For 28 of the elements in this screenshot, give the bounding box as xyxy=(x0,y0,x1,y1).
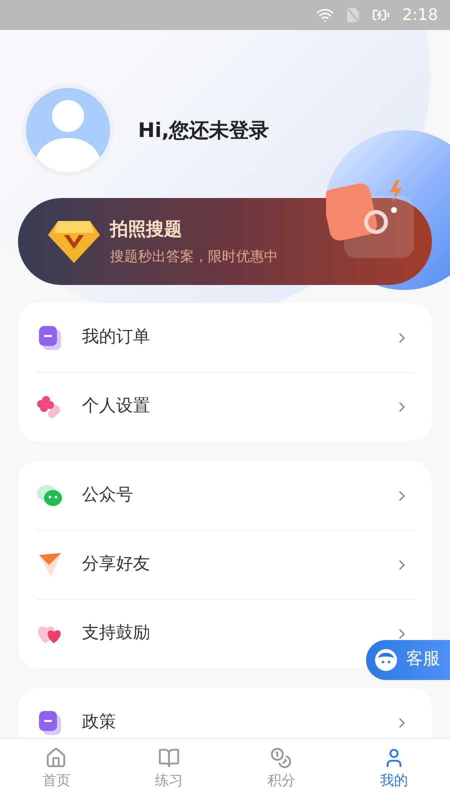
menu-label: 公众号 xyxy=(82,484,134,507)
home-icon xyxy=(45,747,68,769)
menu-label: 分享好友 xyxy=(82,553,151,576)
menu-item[interactable]: 分享好友 xyxy=(36,530,414,599)
nav-tab[interactable]: 我的 xyxy=(338,739,450,800)
no-sim-icon xyxy=(346,7,360,23)
menu-item[interactable]: 政策 xyxy=(36,688,414,738)
promo-subtitle: 搜题秒出答案，限时优惠中 xyxy=(110,248,278,266)
menu-item[interactable]: 我的订单 xyxy=(36,303,414,372)
book-icon xyxy=(158,747,180,769)
menu-label: 我的订单 xyxy=(82,326,151,349)
chat-bubble-icon xyxy=(36,482,64,508)
support-button[interactable]: 客服 xyxy=(366,640,450,680)
paper-plane-icon xyxy=(37,551,63,579)
menu-item[interactable]: 公众号 xyxy=(36,461,414,530)
document-icon xyxy=(37,324,63,352)
menu-label: 政策 xyxy=(82,710,117,734)
menu-item[interactable]: 个人设置 xyxy=(36,372,414,441)
login-prompt[interactable]: Hi,您还未登录 xyxy=(138,115,270,145)
promo-title: 拍照搜题 xyxy=(110,218,183,242)
menu-label: 个人设置 xyxy=(82,395,151,418)
wifi-icon xyxy=(316,6,334,24)
agent-icon xyxy=(374,648,398,672)
coins-icon xyxy=(270,747,292,769)
menu-label: 支持鼓励 xyxy=(82,622,151,646)
promo-banner[interactable]: 拍照搜题 搜题秒出答案，限时优惠中 xyxy=(18,198,432,285)
diamond-icon xyxy=(48,218,100,264)
clock: 2:18 xyxy=(402,4,438,26)
